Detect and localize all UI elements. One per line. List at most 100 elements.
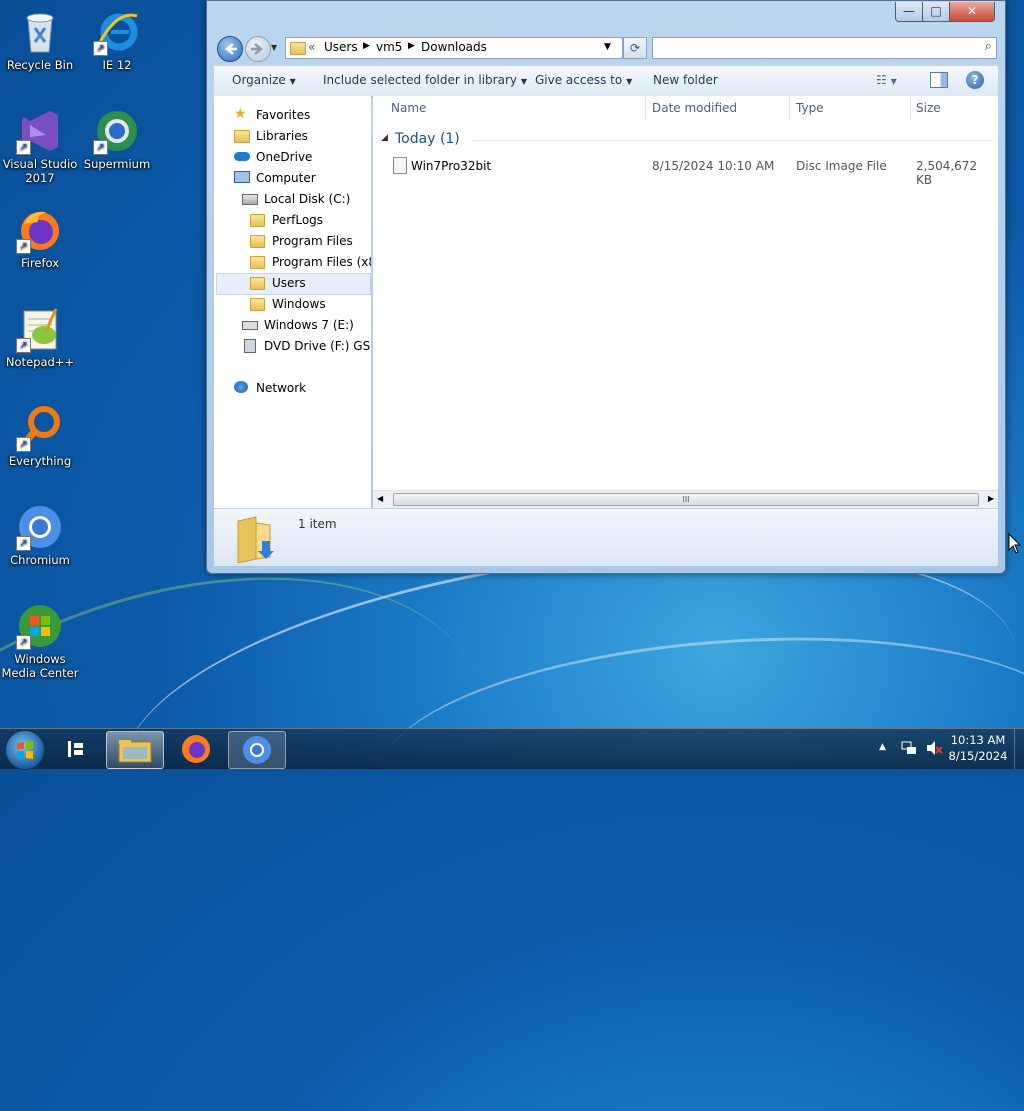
clock-time: 10:13 AM bbox=[950, 733, 1006, 747]
desktop-icon-label: Notepad++ bbox=[5, 355, 75, 369]
desktop-icon-notepad-plus-plus[interactable]: ↗ Notepad++ bbox=[0, 305, 80, 369]
desktop-icon-recycle-bin[interactable]: Recycle Bin bbox=[0, 8, 80, 72]
breadcrumb-downloads[interactable]: Downloads bbox=[421, 40, 487, 54]
volume-muted-icon[interactable] bbox=[925, 740, 943, 756]
folder-icon bbox=[250, 277, 265, 290]
search-icon: ⌕ bbox=[984, 39, 992, 54]
notepad-plus-plus-icon: ↗ bbox=[16, 305, 64, 353]
column-divider[interactable] bbox=[910, 96, 911, 120]
desktop-icon-ie[interactable]: ↗ IE 12 bbox=[77, 8, 157, 72]
desktop-icon-everything[interactable]: ↗ Everything bbox=[0, 404, 80, 468]
desktop-icon-label: Visual Studio 2017 bbox=[2, 157, 78, 185]
desktop-icon-firefox[interactable]: ↗ Firefox bbox=[0, 206, 80, 270]
forward-button[interactable] bbox=[245, 36, 271, 62]
column-divider[interactable] bbox=[645, 96, 646, 120]
group-header-today[interactable]: ◢ Today (1) bbox=[381, 131, 996, 149]
removable-drive-icon bbox=[242, 321, 258, 330]
breadcrumb-separator-icon[interactable]: ▶ bbox=[408, 41, 415, 51]
close-button[interactable]: ✕ bbox=[949, 2, 995, 22]
shortcut-arrow-icon: ↗ bbox=[93, 140, 108, 155]
breadcrumb-separator-icon[interactable]: ▶ bbox=[363, 41, 370, 51]
column-divider[interactable] bbox=[789, 96, 790, 120]
column-header-size[interactable]: Size bbox=[916, 101, 941, 115]
include-in-library-menu[interactable]: Include selected folder in library ▼ bbox=[323, 73, 527, 87]
star-icon: ★ bbox=[234, 106, 247, 122]
breadcrumb-overflow[interactable]: « bbox=[308, 40, 315, 54]
nav-label: Program Files bbox=[272, 234, 353, 248]
mouse-cursor-icon bbox=[1008, 533, 1022, 554]
column-header-name[interactable]: Name bbox=[391, 101, 426, 115]
give-access-menu[interactable]: Give access to ▼ bbox=[535, 73, 632, 87]
nav-label: Libraries bbox=[256, 129, 308, 143]
chevron-down-icon: ▼ bbox=[289, 77, 296, 86]
windows-logo-icon bbox=[17, 741, 33, 759]
show-desktop-button[interactable] bbox=[1014, 729, 1024, 769]
desktop-icon-visual-studio[interactable]: ↗ Visual Studio 2017 bbox=[0, 107, 80, 185]
maximize-button[interactable]: □ bbox=[922, 2, 950, 22]
nav-label: DVD Drive (F:) GSP1F bbox=[264, 339, 371, 353]
new-folder-button[interactable]: New folder bbox=[653, 73, 718, 87]
scrollbar-thumb[interactable]: III bbox=[393, 493, 979, 506]
start-button[interactable] bbox=[5, 730, 45, 770]
search-input[interactable] bbox=[655, 39, 969, 57]
file-row[interactable]: Win7Pro32bit 8/15/2024 10:10 AM Disc Ima… bbox=[391, 156, 991, 187]
chromium-icon bbox=[243, 736, 271, 764]
desktop-icon-label: Everything bbox=[8, 454, 72, 468]
nav-item-dvd-drive[interactable]: DVD Drive (F:) GSP1F bbox=[242, 339, 371, 355]
drive-icon bbox=[242, 194, 258, 205]
large-folder-icon bbox=[236, 515, 274, 564]
desktop-icon-media-center[interactable]: ↗ Windows Media Center bbox=[0, 602, 80, 680]
search-box[interactable]: ⌕ bbox=[652, 37, 997, 59]
nav-label: Windows bbox=[272, 297, 326, 311]
address-bar[interactable]: « Users ▶ vm5 ▶ Downloads ▼ bbox=[285, 37, 623, 59]
taskbar-firefox-button[interactable] bbox=[168, 731, 224, 767]
recent-pages-dropdown[interactable]: ▼ bbox=[271, 43, 277, 52]
network-icon[interactable] bbox=[901, 740, 917, 756]
file-size: 2,504,672 KB bbox=[916, 159, 978, 187]
desktop-icon-label: Supermium bbox=[83, 157, 151, 171]
desktop-icon-chromium[interactable]: ↗ Chromium bbox=[0, 503, 80, 567]
include-label: Include selected folder in library bbox=[323, 73, 517, 87]
desktop-icon-supermium[interactable]: ↗ Supermium bbox=[77, 107, 157, 171]
desktop-icon-label: Firefox bbox=[20, 256, 60, 270]
recycle-bin-icon bbox=[16, 8, 64, 56]
desktop-icon-label: Windows Media Center bbox=[1, 652, 79, 680]
nav-label: Users bbox=[272, 276, 306, 290]
tray-overflow-button[interactable]: ▲ bbox=[879, 742, 886, 752]
internet-explorer-icon: ↗ bbox=[93, 8, 141, 56]
view-options-button[interactable]: ☷ ▼ bbox=[876, 73, 897, 87]
chevron-down-icon: ▼ bbox=[890, 77, 897, 86]
libraries-icon bbox=[234, 130, 250, 143]
item-count: 1 item bbox=[298, 517, 337, 531]
nav-label: Local Disk (C:) bbox=[264, 192, 351, 206]
back-arrow-icon bbox=[225, 43, 237, 55]
nav-item-program-files-x86[interactable]: Program Files (x86 bbox=[250, 255, 371, 271]
scroll-right-arrow-icon[interactable]: ▶ bbox=[988, 494, 994, 503]
chevron-down-icon: ▼ bbox=[626, 77, 633, 86]
taskbar-chromium-button[interactable] bbox=[228, 731, 286, 769]
share-label: Give access to bbox=[535, 73, 623, 87]
refresh-button[interactable]: ⟳ bbox=[623, 37, 647, 59]
back-button[interactable] bbox=[217, 36, 243, 62]
taskbar-explorer-button[interactable] bbox=[106, 731, 164, 769]
help-button[interactable]: ? bbox=[966, 71, 984, 89]
folder-icon bbox=[250, 298, 265, 311]
address-dropdown-icon[interactable]: ▼ bbox=[604, 42, 611, 52]
minimize-button[interactable]: — bbox=[895, 2, 923, 22]
breadcrumb-vm5[interactable]: vm5 bbox=[376, 40, 402, 54]
column-header-type[interactable]: Type bbox=[796, 101, 824, 115]
column-header-date[interactable]: Date modified bbox=[652, 101, 737, 115]
explorer-window[interactable]: — □ ✕ ▼ « Users ▶ vm5 ▶ Downloads ▼ ⟳ ⌕ … bbox=[206, 0, 1006, 574]
horizontal-scrollbar[interactable]: ◀ III ▶ bbox=[373, 490, 998, 508]
clock[interactable]: 10:13 AM 8/15/2024 bbox=[944, 732, 1012, 764]
clock-date: 8/15/2024 bbox=[948, 749, 1008, 763]
preview-pane-button[interactable] bbox=[930, 72, 948, 88]
scroll-left-arrow-icon[interactable]: ◀ bbox=[377, 494, 383, 503]
organize-menu[interactable]: Organize ▼ bbox=[232, 73, 296, 87]
folder-icon bbox=[250, 256, 265, 269]
taskbar-task-view-button[interactable] bbox=[48, 731, 104, 767]
shortcut-arrow-icon: ↗ bbox=[16, 635, 31, 650]
details-pane: 1 item bbox=[214, 508, 998, 566]
help-icon: ? bbox=[971, 73, 979, 87]
breadcrumb-users[interactable]: Users bbox=[324, 40, 358, 54]
